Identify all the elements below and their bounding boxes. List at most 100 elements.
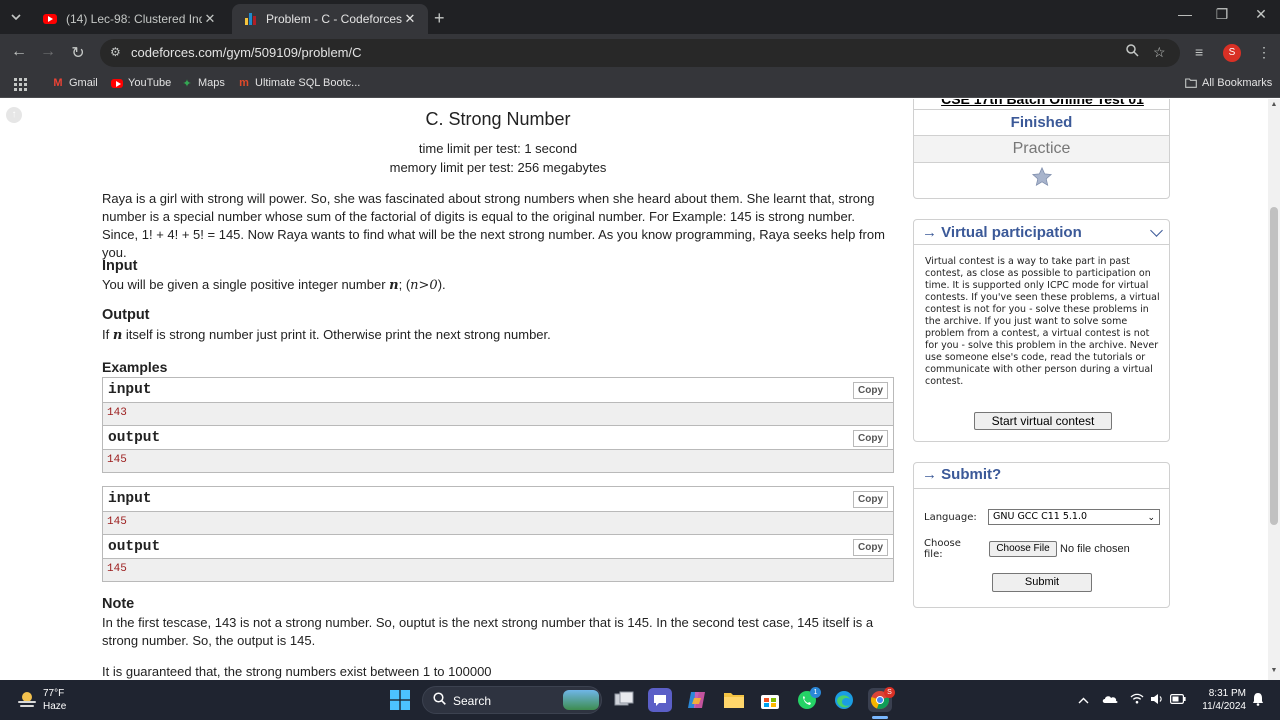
output-section-title: Output [102, 307, 150, 323]
tab-search-button[interactable] [6, 7, 26, 27]
reload-icon[interactable]: ↻ [68, 43, 88, 63]
output-label: output [108, 430, 161, 446]
site-info-icon[interactable]: ⚙ [110, 45, 121, 59]
clock-time: 8:31 PM [1208, 688, 1246, 699]
sample-output-value: 145 [107, 563, 127, 575]
submit-button[interactable]: Submit [992, 573, 1092, 592]
copy-button[interactable]: Copy [853, 491, 888, 508]
math-expression: n>0 [410, 278, 438, 293]
weather-condition: Haze [43, 701, 67, 712]
choose-file-button[interactable]: Choose File [989, 541, 1057, 557]
weather-widget[interactable]: 77°F Haze [43, 687, 66, 713]
problem-legend: Raya is a girl with strong will power. S… [102, 191, 885, 260]
web-page: ↑ C. Strong Number time limit per test: … [0, 99, 1280, 680]
sample-input: 145 [103, 512, 893, 534]
apps-grid-icon[interactable] [14, 78, 27, 91]
copilot-icon[interactable] [685, 688, 709, 712]
taskbar-search[interactable]: Search [422, 686, 602, 714]
address-bar[interactable]: ⚙ codeforces.com/gym/509109/problem/C ☆ [100, 39, 1180, 67]
chevron-down-icon[interactable] [1150, 224, 1163, 237]
system-clock[interactable]: 8:31 PM 11/4/2024 [1196, 687, 1246, 713]
url-text[interactable]: codeforces.com/gym/509109/problem/C [131, 45, 362, 60]
haze-weather-icon[interactable] [16, 689, 38, 711]
chevron-down-icon [11, 14, 21, 20]
tab-codeforces[interactable]: Problem - C - Codeforces ✕ [232, 4, 428, 34]
back-icon[interactable]: ← [9, 43, 29, 61]
contest-name-link[interactable]: CSE 17th Batch Online Test 01 [914, 99, 1171, 107]
sample-test: input Copy 143 output Copy 145 [102, 377, 894, 473]
teams-chat-icon[interactable] [648, 688, 672, 712]
bookmark-label: Maps [198, 77, 225, 89]
volume-icon[interactable] [1150, 693, 1164, 708]
show-hidden-icons-icon[interactable] [1078, 693, 1089, 707]
bookmark-label: Gmail [69, 77, 98, 89]
whatsapp-badge: 1 [810, 687, 821, 698]
browser-toolbar: ← → ↻ ⚙ codeforces.com/gym/509109/proble… [0, 34, 1280, 72]
close-tab-icon[interactable]: ✕ [202, 11, 218, 27]
close-tab-icon[interactable]: ✕ [402, 11, 418, 27]
copy-button[interactable]: Copy [853, 539, 888, 556]
media-controls-icon[interactable]: ≡ [1195, 44, 1203, 60]
copy-button[interactable]: Copy [853, 430, 888, 447]
sample-output-value: 145 [107, 454, 127, 466]
language-value: GNU GCC C11 5.1.0 [993, 511, 1088, 522]
bookmark-gmail[interactable]: M Gmail [52, 77, 98, 89]
input-section-title: Input [102, 258, 138, 274]
file-explorer-icon[interactable] [722, 688, 746, 712]
battery-icon[interactable] [1170, 693, 1186, 707]
language-select[interactable]: GNU GCC C11 5.1.0 ⌄ [988, 509, 1160, 525]
examples-title: Examples [102, 359, 168, 375]
input-spec-text: ; ( [398, 277, 411, 292]
folder-icon [1185, 77, 1197, 89]
bookmark-youtube[interactable]: YouTube [111, 77, 171, 89]
sample-input-value: 145 [107, 516, 127, 528]
zoom-icon[interactable] [1126, 44, 1139, 60]
task-view-icon[interactable] [612, 688, 636, 712]
sample-input-header: input Copy [103, 487, 893, 512]
output-spec-text: itself is strong number just print it. O… [122, 327, 551, 342]
memory-limit: memory limit per test: 256 megabytes [389, 160, 607, 175]
virtual-participation-text: Virtual contest is a way to take part in… [925, 256, 1160, 387]
bookmark-star-icon[interactable]: ☆ [1153, 44, 1166, 61]
notification-bell-icon[interactable] [1252, 692, 1264, 709]
edge-icon[interactable] [832, 688, 856, 712]
scroll-down-icon[interactable]: ▼ [1270, 667, 1278, 674]
tab-strip: (14) Lec-98: Clustered Index in D ✕ Prob… [0, 0, 1280, 34]
favorite-star-icon[interactable] [914, 166, 1169, 192]
onedrive-icon[interactable] [1102, 693, 1118, 707]
scroll-top-icon[interactable]: ↑ [6, 107, 22, 123]
forward-icon[interactable]: → [38, 43, 58, 61]
sample-output: 145 [103, 450, 893, 472]
scroll-up-icon[interactable]: ▲ [1270, 101, 1278, 108]
all-bookmarks[interactable]: All Bookmarks [1185, 77, 1272, 89]
restore-icon[interactable]: ❐ [1210, 6, 1234, 23]
virtual-participation-title: → Virtual participation [922, 224, 1082, 241]
time-limit: time limit per test: 1 second [418, 141, 578, 156]
wifi-icon[interactable] [1130, 693, 1144, 707]
search-highlight-icon [563, 690, 599, 710]
close-window-icon[interactable]: ✕ [1249, 6, 1273, 23]
clock-date: 11/4/2024 [1202, 701, 1246, 712]
contest-status: Finished [1010, 114, 1073, 131]
input-label: input [108, 382, 152, 398]
profile-avatar[interactable]: S [1223, 44, 1241, 62]
maps-icon: ✦ [182, 77, 192, 90]
tab-youtube[interactable]: (14) Lec-98: Clustered Index in D ✕ [32, 4, 228, 34]
bookmark-sql[interactable]: m Ultimate SQL Bootc... [238, 77, 360, 89]
guarantee-text: It is guaranteed that, the strong number… [102, 664, 492, 679]
bookmark-maps[interactable]: ✦ Maps [181, 77, 225, 90]
menu-icon[interactable]: ⋮ [1257, 44, 1271, 61]
new-tab-icon[interactable]: + [434, 8, 445, 29]
sample-input-header: input Copy [103, 378, 893, 403]
minimize-icon[interactable]: — [1173, 6, 1197, 22]
copy-button[interactable]: Copy [853, 382, 888, 399]
scroll-thumb[interactable] [1270, 207, 1278, 525]
start-virtual-contest-button[interactable]: Start virtual contest [974, 412, 1112, 430]
page-scrollbar[interactable]: ▲ ▼ [1268, 99, 1280, 680]
microsoft-store-icon[interactable] [758, 688, 782, 712]
youtube-icon [111, 77, 123, 89]
note-text: In the first tescase, 143 is not a stron… [102, 615, 874, 648]
input-label: input [108, 491, 152, 507]
submit-title: → Submit? [922, 466, 1002, 483]
windows-start-icon[interactable] [388, 688, 412, 712]
